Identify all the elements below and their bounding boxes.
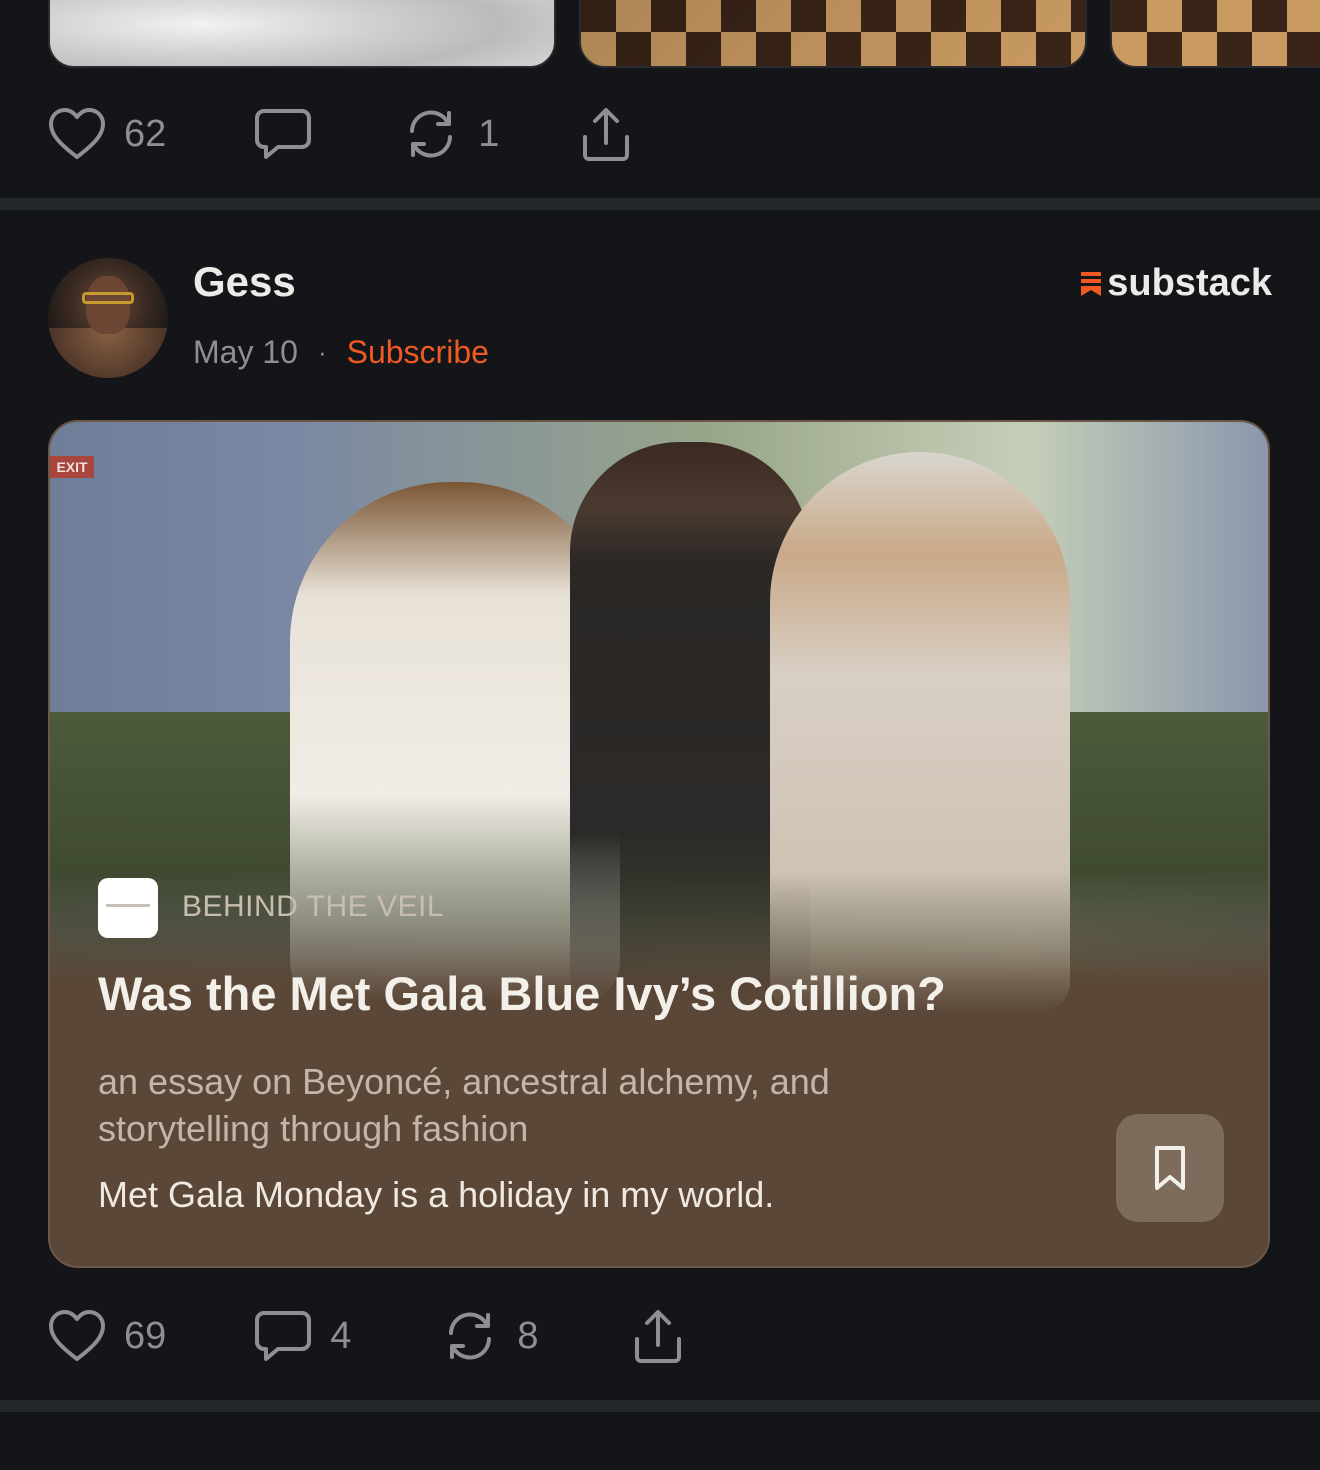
comment-icon <box>255 1311 312 1361</box>
post-title[interactable]: Was the Met Gala Blue Ivy’s Cotillion? <box>98 966 1198 1022</box>
post-date: May 10 <box>193 334 298 370</box>
brand-name: substack <box>1107 262 1272 304</box>
author-name[interactable]: Gess <box>193 258 296 306</box>
like-button[interactable]: 62 <box>48 107 166 161</box>
subscribe-link[interactable]: Subscribe <box>347 334 489 371</box>
previous-post-image-carousel <box>0 0 1320 70</box>
post-subtitle: an essay on Beyoncé, ancestral alchemy, … <box>98 1061 830 1149</box>
restack-count: 8 <box>517 1314 539 1357</box>
share-icon <box>583 108 630 161</box>
feed-divider <box>0 1400 1320 1412</box>
like-count: 69 <box>124 1314 167 1357</box>
publication-logo <box>98 878 158 938</box>
share-button[interactable] <box>577 105 635 163</box>
carousel-image-checkerboard-2[interactable] <box>1110 0 1320 68</box>
restack-button[interactable]: 8 <box>441 1309 539 1363</box>
post-card[interactable]: EXIT BEHIND THE VEIL Was the Met Gala Bl… <box>48 420 1270 1268</box>
heart-icon <box>49 108 105 159</box>
like-count: 62 <box>124 112 167 155</box>
author-avatar[interactable] <box>48 258 168 378</box>
bookmark-icon <box>1155 1146 1185 1190</box>
feed-divider <box>0 198 1320 210</box>
comment-count: 4 <box>330 1314 352 1357</box>
avatar-face <box>86 276 130 334</box>
post-meta: May 10 · Subscribe <box>193 334 489 371</box>
share-button[interactable] <box>629 1307 687 1365</box>
substack-logo-icon <box>1081 271 1102 296</box>
publication-name[interactable]: BEHIND THE VEIL <box>182 890 444 924</box>
photo-exit-sign: EXIT <box>50 456 94 478</box>
post-snippet: Met Gala Monday is a holiday in my world… <box>98 1174 775 1215</box>
meta-separator: · <box>317 337 327 367</box>
previous-post-actions: 62 1 <box>48 104 635 164</box>
restack-icon <box>410 110 453 158</box>
share-icon <box>634 1310 681 1363</box>
restack-count: 1 <box>478 112 500 155</box>
restack-button[interactable]: 1 <box>402 107 499 161</box>
comment-icon <box>255 109 312 159</box>
avatar-fur <box>48 328 168 378</box>
comment-button[interactable]: 4 <box>254 1309 351 1363</box>
bookmark-button[interactable] <box>1116 1114 1224 1222</box>
avatar-glasses <box>82 292 134 304</box>
heart-icon <box>49 1310 105 1361</box>
comment-button[interactable] <box>254 107 330 161</box>
carousel-image-checkerboard[interactable] <box>579 0 1087 68</box>
photo-figure-right <box>770 452 1070 1012</box>
restack-icon <box>449 1312 492 1360</box>
substack-brand: substack <box>1081 262 1272 305</box>
like-button[interactable]: 69 <box>48 1309 166 1363</box>
post-actions: 69 4 8 <box>48 1306 687 1366</box>
carousel-image-marble[interactable] <box>48 0 556 68</box>
